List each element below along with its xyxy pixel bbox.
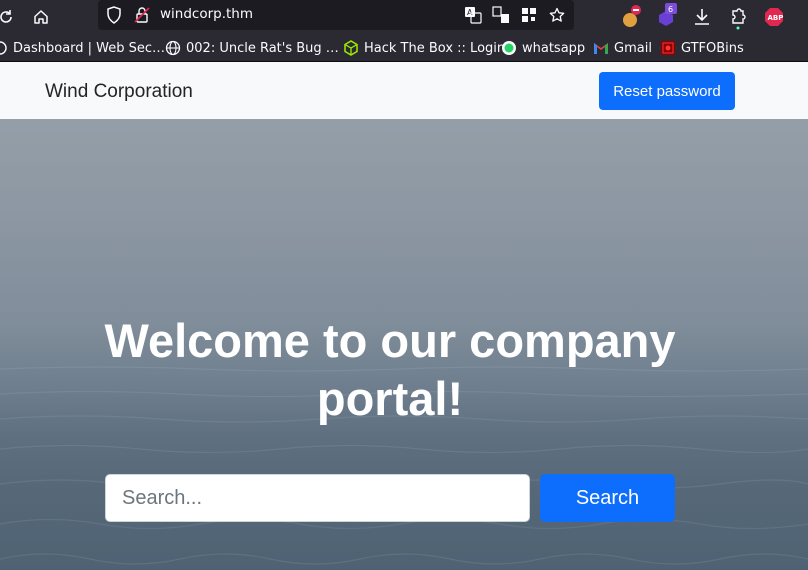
search-button[interactable]: Search: [540, 474, 675, 522]
whatsapp-icon: [501, 40, 517, 56]
bookmark-gmail[interactable]: Gmail: [593, 39, 652, 57]
translate-icon[interactable]: A: [462, 4, 484, 26]
gmail-icon: [593, 40, 609, 56]
hero-title: Welcome to our company portal!: [104, 314, 676, 425]
bookmark-gtfobins[interactable]: GTFOBins: [660, 39, 744, 57]
address-bar[interactable]: windcorp.thm A: [98, 0, 574, 30]
tracking-shield-icon[interactable]: [106, 6, 122, 29]
bookmark-whatsapp[interactable]: whatsapp: [501, 39, 585, 57]
search-input[interactable]: [105, 474, 530, 522]
adblock-plus-label: ABP: [768, 14, 784, 22]
extensions-puzzle-icon[interactable]: [724, 3, 752, 31]
reload-icon[interactable]: [0, 3, 20, 31]
partial-icon: [0, 40, 8, 56]
extension-badge-icon[interactable]: 6: [652, 3, 680, 31]
bookmark-label: Gmail: [614, 40, 652, 56]
globe-icon: [165, 40, 181, 56]
htb-cube-icon: [343, 40, 359, 56]
site-navbar: Wind Corporation Reset password: [0, 62, 808, 119]
bookmark-label: Dashboard | Web Sec…: [13, 40, 166, 56]
insecure-lock-icon[interactable]: [134, 6, 150, 29]
bookmark-dashboard-web-security[interactable]: Dashboard | Web Sec…: [0, 39, 165, 57]
browser-toolbar: windcorp.thm A 6 ABP: [0, 0, 808, 34]
bookmarks-bar: Dashboard | Web Sec… 002: Uncle Rat's Bu…: [0, 34, 808, 62]
bookmark-label: 002: Uncle Rat's Bug …: [186, 40, 339, 56]
brand-link[interactable]: Wind Corporation: [45, 81, 193, 103]
bookmark-uncle-rats-bug[interactable]: 002: Uncle Rat's Bug …: [165, 39, 339, 57]
reader-translate-icon[interactable]: [490, 4, 512, 26]
qr-grid-icon[interactable]: [518, 4, 540, 26]
downloads-icon[interactable]: [688, 3, 716, 31]
bookmark-label: Hack The Box :: Login: [364, 40, 506, 56]
bookmark-star-icon[interactable]: [546, 4, 568, 26]
gtfobins-icon: [660, 40, 676, 56]
bookmark-label: whatsapp: [522, 40, 586, 56]
bookmark-label: GTFOBins: [681, 40, 744, 56]
reset-password-button[interactable]: Reset password: [599, 72, 735, 110]
adblock-plus-icon[interactable]: ABP: [760, 3, 788, 31]
bookmark-hack-the-box[interactable]: Hack The Box :: Login: [343, 39, 505, 57]
url-text[interactable]: windcorp.thm: [160, 6, 253, 22]
ublock-extension-icon[interactable]: [617, 3, 645, 31]
hero-section: Welcome to our company portal! Search: [0, 119, 808, 570]
extension-badge-count: 6: [668, 5, 673, 14]
home-icon[interactable]: [27, 3, 55, 31]
